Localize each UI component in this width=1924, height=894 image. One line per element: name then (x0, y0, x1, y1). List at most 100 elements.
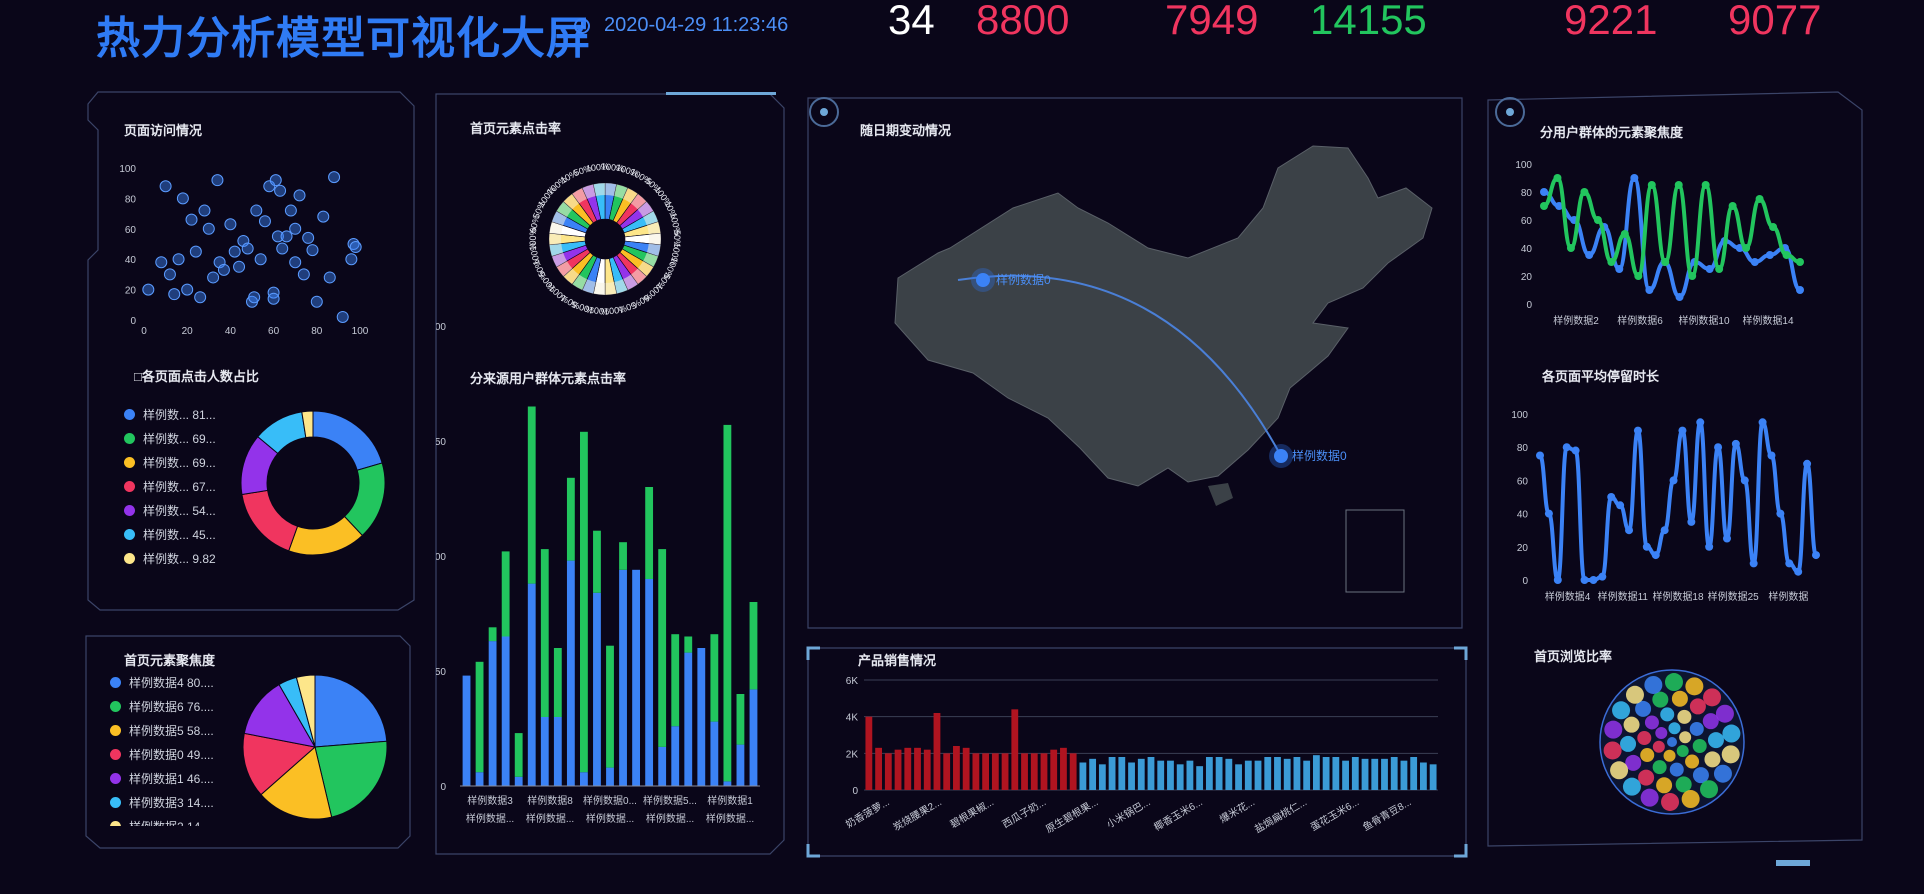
origin-label: 样例数据0 (996, 272, 1051, 287)
y-tick-label: 0 (130, 316, 136, 327)
scatter-point (224, 218, 237, 231)
y-tick-label: 40 (1521, 244, 1533, 255)
scatter-point (198, 204, 211, 217)
bubble (1668, 722, 1681, 735)
sales-bar (875, 747, 882, 790)
legend-item[interactable]: 样例数... 9.82 (124, 546, 216, 570)
sales-bar (1390, 757, 1398, 790)
data-point (1536, 451, 1544, 460)
data-point (1812, 551, 1820, 560)
bubble (1622, 777, 1641, 796)
china-map: 样例数据0 样例数据0 (894, 145, 1433, 593)
panel-title-page-visits: 页面访问情况 (124, 123, 203, 138)
legend-label: 样例数... 69... (143, 431, 216, 446)
bubble (1660, 707, 1675, 722)
panel-title-sales: 产品销售情况 (858, 653, 937, 668)
x-tick-label: 炭烧腰果2... (891, 795, 944, 833)
x-tick-label: 60 (268, 326, 280, 335)
data-point (1794, 567, 1803, 576)
legend-item[interactable]: 样例数据0 49.... (110, 742, 214, 766)
scatter-point (189, 245, 202, 258)
click-share-donut (240, 410, 386, 556)
sales-bar (1420, 762, 1427, 790)
sales-bar (1021, 753, 1028, 790)
data-point (1669, 476, 1678, 485)
y-tick-label: 40 (125, 255, 137, 266)
x-tick-label: 样例数据25 (1708, 590, 1760, 603)
bubble (1671, 690, 1688, 707)
data-point (1645, 286, 1654, 294)
sales-bar (1303, 760, 1311, 790)
legend-item[interactable]: 样例数据5 58.... (110, 718, 214, 742)
y-tick-label: 80 (1517, 443, 1529, 454)
bubble (1685, 677, 1704, 696)
legend-item[interactable]: 样例数据3 14.... (110, 790, 214, 814)
legend-item[interactable]: 样例数据6 76.... (110, 694, 214, 718)
bubble (1652, 740, 1665, 753)
data-point (1705, 265, 1714, 273)
data-point (1630, 174, 1639, 182)
stacked-bar-segment (684, 636, 693, 653)
map-inset (1345, 509, 1405, 593)
legend-item[interactable]: 样例数据2 14 (110, 814, 214, 826)
scatter-point (323, 271, 336, 284)
legend-swatch (110, 796, 121, 808)
legend-item[interactable]: 样例数... 67... (124, 474, 216, 498)
scatter-point (306, 244, 319, 257)
x-tick-label: 样例数据6 (1617, 314, 1663, 327)
stacked-bar-segment (580, 772, 588, 786)
legend-item[interactable]: 样例数... 69... (124, 450, 216, 474)
scatter-point (293, 189, 306, 202)
bubble (1664, 673, 1683, 692)
pie-slice (314, 674, 388, 748)
data-point (1769, 223, 1778, 231)
data-point (1714, 443, 1723, 452)
scatter-point (172, 253, 185, 266)
bubble (1623, 716, 1640, 733)
scatter-point (310, 295, 323, 308)
legend-label: 样例数... 67... (143, 479, 216, 494)
source-click-stacked-bar: 0 50 100 150 200 样例数据3 样例数据8 样例数据0... 样例数据5... 样例… (436, 322, 760, 825)
data-point (1767, 451, 1776, 460)
data-point (1705, 542, 1714, 551)
sales-bar (904, 747, 912, 790)
data-point (1755, 195, 1764, 203)
data-point (1647, 181, 1656, 189)
data-point (1749, 559, 1758, 568)
data-point (1553, 576, 1562, 584)
legend-item[interactable]: 样例数... 54... (124, 498, 216, 522)
data-point (1765, 251, 1774, 259)
legend-item[interactable]: 样例数据4 80.... (110, 670, 214, 694)
sales-bar (1410, 757, 1418, 790)
sales-bar (1196, 766, 1204, 790)
data-point (1758, 418, 1767, 427)
y-tick-label: 20 (1517, 543, 1529, 554)
legend-swatch (124, 552, 135, 564)
legend-label: 样例数... 45... (143, 527, 216, 542)
legend-item[interactable]: 样例数据1 46.... (110, 766, 214, 790)
bubble (1661, 792, 1680, 811)
legend-item[interactable]: 样例数... 45... (124, 522, 216, 546)
stacked-bar-segment (606, 645, 614, 768)
y-tick-label: 40 (1517, 510, 1529, 521)
x-tick-label: 样例数据5... (643, 794, 697, 807)
scatter-point (207, 271, 220, 284)
bubble (1677, 709, 1692, 724)
legend-item[interactable]: 样例数... 81... (124, 402, 216, 426)
data-point (1782, 251, 1791, 259)
legend-label: 样例数据2 14 (129, 818, 200, 827)
focus-home-pie (242, 674, 388, 820)
sales-bar (1283, 758, 1291, 790)
legend-label: 样例数据6 76.... (129, 699, 214, 714)
stacked-bar-segment (619, 542, 627, 570)
donut-slice (241, 489, 299, 552)
stacked-bar-segment (684, 652, 693, 786)
sales-bar (1293, 757, 1301, 790)
bubble (1707, 732, 1724, 749)
legend-item[interactable]: 样例数... 69... (124, 426, 216, 450)
scatter-point (317, 210, 330, 223)
legend-label: 样例数... 9.82 (143, 551, 216, 566)
bubble (1704, 751, 1721, 768)
scatter-point (269, 174, 282, 187)
sales-bar (1167, 760, 1174, 790)
